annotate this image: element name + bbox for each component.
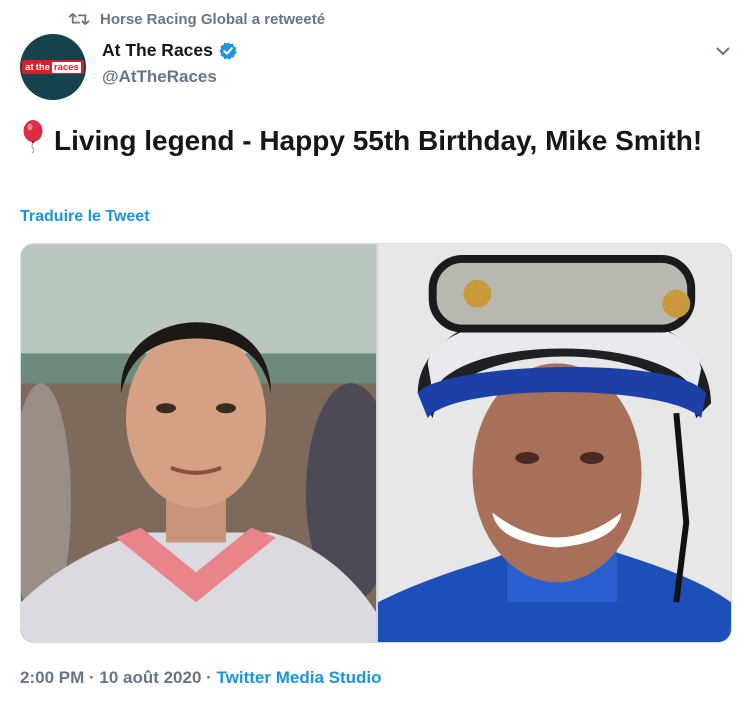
retweet-icon <box>68 12 90 26</box>
author-name[interactable]: At The Races <box>102 40 213 61</box>
retweet-label: Horse Racing Global a retweeté <box>100 10 326 28</box>
verified-badge-icon <box>219 41 237 60</box>
young-jockey-image <box>21 244 376 642</box>
photo-veteran-jockey[interactable] <box>378 244 731 642</box>
meta-separator: · <box>84 668 100 687</box>
tweet-date[interactable]: 10 août 2020 <box>99 668 201 687</box>
photo-young-jockey[interactable] <box>21 244 376 642</box>
avatar[interactable]: at the races <box>20 34 86 100</box>
retweet-context[interactable]: Horse Racing Global a retweeté <box>68 8 325 30</box>
tweet-meta: 2:00 PM · 10 août 2020 · Twitter Media S… <box>20 668 382 688</box>
at-the-races-logo: at the races <box>22 60 84 74</box>
tweet-text: Living legend - Happy 55th Birthday, Mik… <box>20 120 720 161</box>
tweet-body: Living legend - Happy 55th Birthday, Mik… <box>54 125 703 156</box>
author-handle[interactable]: @AtTheRaces <box>102 67 238 87</box>
tweet-source-link[interactable]: Twitter Media Studio <box>217 668 382 687</box>
author-name-row[interactable]: At The Races <box>102 40 238 61</box>
author-block[interactable]: At The Races @AtTheRaces <box>102 40 238 87</box>
tweet-media[interactable] <box>20 243 732 643</box>
translate-tweet-link[interactable]: Traduire le Tweet <box>20 208 150 226</box>
balloon-icon <box>23 120 43 154</box>
chevron-down-icon[interactable] <box>714 42 732 60</box>
veteran-jockey-image <box>378 244 731 642</box>
tweet-time[interactable]: 2:00 PM <box>20 668 84 687</box>
meta-separator: · <box>201 668 217 687</box>
